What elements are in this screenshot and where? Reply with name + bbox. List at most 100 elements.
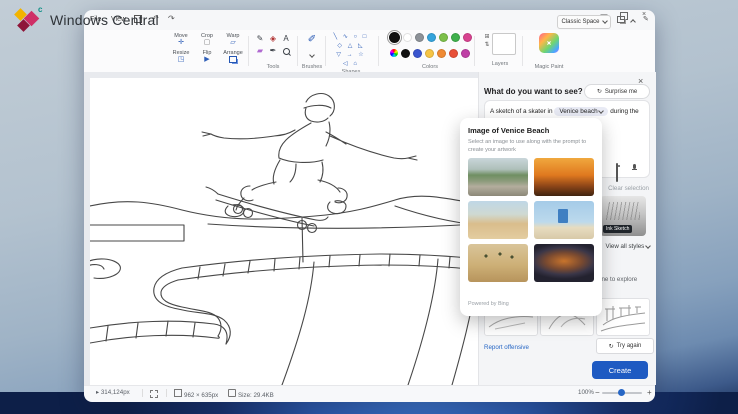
magic-paint-icon[interactable] (539, 33, 559, 53)
chevron-down-icon (645, 243, 651, 249)
chevron-down-icon (602, 18, 608, 24)
color-swatch[interactable] (389, 32, 400, 43)
ribbon-divider (248, 36, 249, 66)
shape-glyphs[interactable]: ╲ ∿ ○ □ ◇ △ ◺ ▽ → ☆ ◁ ⌂ (333, 33, 369, 69)
create-button[interactable]: Create (592, 361, 648, 379)
layers-group: ⊞⇅ Layers (479, 33, 521, 70)
venice-sign-dusk-image[interactable] (534, 244, 594, 282)
flip-icon: ▶ (194, 56, 220, 63)
resize-icon: ◳ (168, 56, 194, 63)
warp-tool[interactable]: Warp▱ (220, 33, 246, 50)
arrange-icon (220, 56, 246, 65)
arrange-group: Move✛ Crop▢ Warp▱ Resize◳ Flip▶ Arrange (168, 33, 246, 67)
pen-icon[interactable]: ✎ (643, 15, 649, 23)
add-layer-icon[interactable]: ⊞⇅ (484, 33, 489, 50)
color-swatch[interactable] (415, 33, 424, 42)
color-swatch[interactable] (427, 33, 436, 42)
ribbon-divider (297, 36, 298, 66)
popup-subtitle: Select an image to use along with the pr… (468, 138, 596, 154)
chevron-down-icon[interactable] (309, 52, 315, 58)
color-swatch[interactable] (439, 33, 448, 42)
status-bar (84, 385, 655, 402)
ribbon-divider (474, 36, 475, 66)
color-swatch[interactable] (461, 49, 470, 58)
theme-dropdown-value: Classic Space (561, 19, 599, 25)
style-card-label: Ink Sketch (603, 225, 632, 233)
layer-thumbnail[interactable] (492, 33, 516, 55)
move-tool[interactable]: Move✛ (168, 33, 194, 50)
cursor-position: ▸ 314,124px (96, 389, 130, 396)
eyedropper-icon[interactable]: ✒ (270, 47, 277, 55)
zoom-slider-thumb[interactable] (618, 389, 625, 396)
flip-tool[interactable]: Flip▶ (194, 50, 220, 67)
brushes-group: ✐ Brushes (300, 33, 324, 70)
shapes-group: ╲ ∿ ○ □ ◇ △ ◺ ▽ → ☆ ◁ ⌂ Shapes (328, 33, 374, 70)
collapse-ribbon-chevron-icon[interactable] (631, 17, 635, 26)
popup-image-grid (468, 158, 594, 282)
color-swatch[interactable] (425, 49, 434, 58)
windows-central-logo-icon: c (12, 5, 42, 35)
venice-beach-chip[interactable]: Venice beach (554, 107, 608, 116)
zoom-out-button[interactable]: − (595, 388, 600, 397)
crop-tool[interactable]: Crop▢ (194, 33, 220, 50)
popup-title: Image of Venice Beach (468, 126, 549, 135)
magnifier-icon[interactable] (283, 48, 290, 55)
crop-icon: ▢ (194, 39, 220, 46)
resize-tool[interactable]: Resize◳ (168, 50, 194, 67)
powered-by-bing: Powered by Bing (468, 301, 509, 307)
status-divider (142, 389, 143, 397)
zoom-in-button[interactable]: + (647, 388, 652, 397)
venice-beach-sunset-image[interactable] (534, 158, 594, 196)
ribbon-divider (378, 36, 379, 66)
theme-dropdown[interactable]: Classic Space (557, 15, 611, 29)
copy-icon[interactable] (617, 16, 625, 25)
color-swatch[interactable] (401, 49, 410, 58)
eraser-icon[interactable]: ▰ (257, 47, 263, 55)
report-offensive-link[interactable]: Report offensive (484, 344, 529, 351)
desktop: File View ↶ ↷ — × Classic Space ✎ Move✛ … (0, 0, 738, 414)
venice-beach-shops-image[interactable] (468, 201, 528, 239)
selection-size-icon (150, 390, 158, 400)
tools-group: ✎ ◈ A ▰ ✒ Tools (252, 33, 294, 70)
move-icon: ✛ (168, 39, 194, 46)
result-thumbnail[interactable] (596, 298, 650, 336)
warp-icon: ▱ (220, 39, 246, 46)
ribbon-divider (522, 36, 523, 66)
fill-icon[interactable]: ◈ (270, 35, 276, 43)
canvas-dimensions: 962 × 635px (174, 389, 218, 399)
lifeguard-tower-image[interactable] (534, 201, 594, 239)
color-swatch[interactable] (437, 49, 446, 58)
color-swatch[interactable] (413, 49, 422, 58)
arrange-tool[interactable]: Arrange (220, 50, 246, 67)
zoom-percent: 100% (578, 389, 594, 396)
status-divider (166, 389, 167, 397)
color-swatch[interactable] (449, 49, 458, 58)
magic-paint-group: Magic Paint (527, 33, 571, 70)
color-swatch[interactable] (451, 33, 460, 42)
text-tool-icon[interactable]: A (283, 35, 288, 43)
skater-sketch-drawing (90, 78, 478, 385)
palm-trees-sand-image[interactable] (468, 244, 528, 282)
explore-hint-text: one to explore (598, 276, 637, 283)
brush-icon[interactable]: ✐ (308, 33, 316, 47)
color-swatch[interactable] (463, 33, 472, 42)
style-card-ink-sketch[interactable]: Ink Sketch (600, 196, 646, 236)
venice-boardwalk-palms-image[interactable] (468, 158, 528, 196)
panel-heading: What do you want to see? (484, 87, 583, 96)
prompt-text: A sketch of a skater in Venice beach dur… (490, 107, 644, 118)
file-size: Size: 29.4KB (228, 389, 274, 399)
try-again-button[interactable]: ↻Try again (596, 338, 654, 354)
colors-group: Colors (384, 33, 476, 70)
drawing-canvas[interactable] (90, 78, 478, 385)
color-swatch[interactable] (403, 33, 412, 42)
watermark: c Windows Central (12, 5, 159, 35)
ribbon-divider (325, 36, 326, 66)
add-image-icon[interactable] (616, 163, 618, 182)
color-wheel-icon[interactable] (390, 49, 398, 57)
redo-icon[interactable]: ↷ (168, 14, 175, 23)
refresh-icon: ↻ (609, 343, 614, 350)
surprise-me-button[interactable]: ↻Surprise me (584, 84, 650, 99)
pencil-icon[interactable]: ✎ (257, 35, 264, 43)
chevron-down-icon (599, 108, 605, 114)
watermark-text: Windows Central (50, 12, 159, 28)
